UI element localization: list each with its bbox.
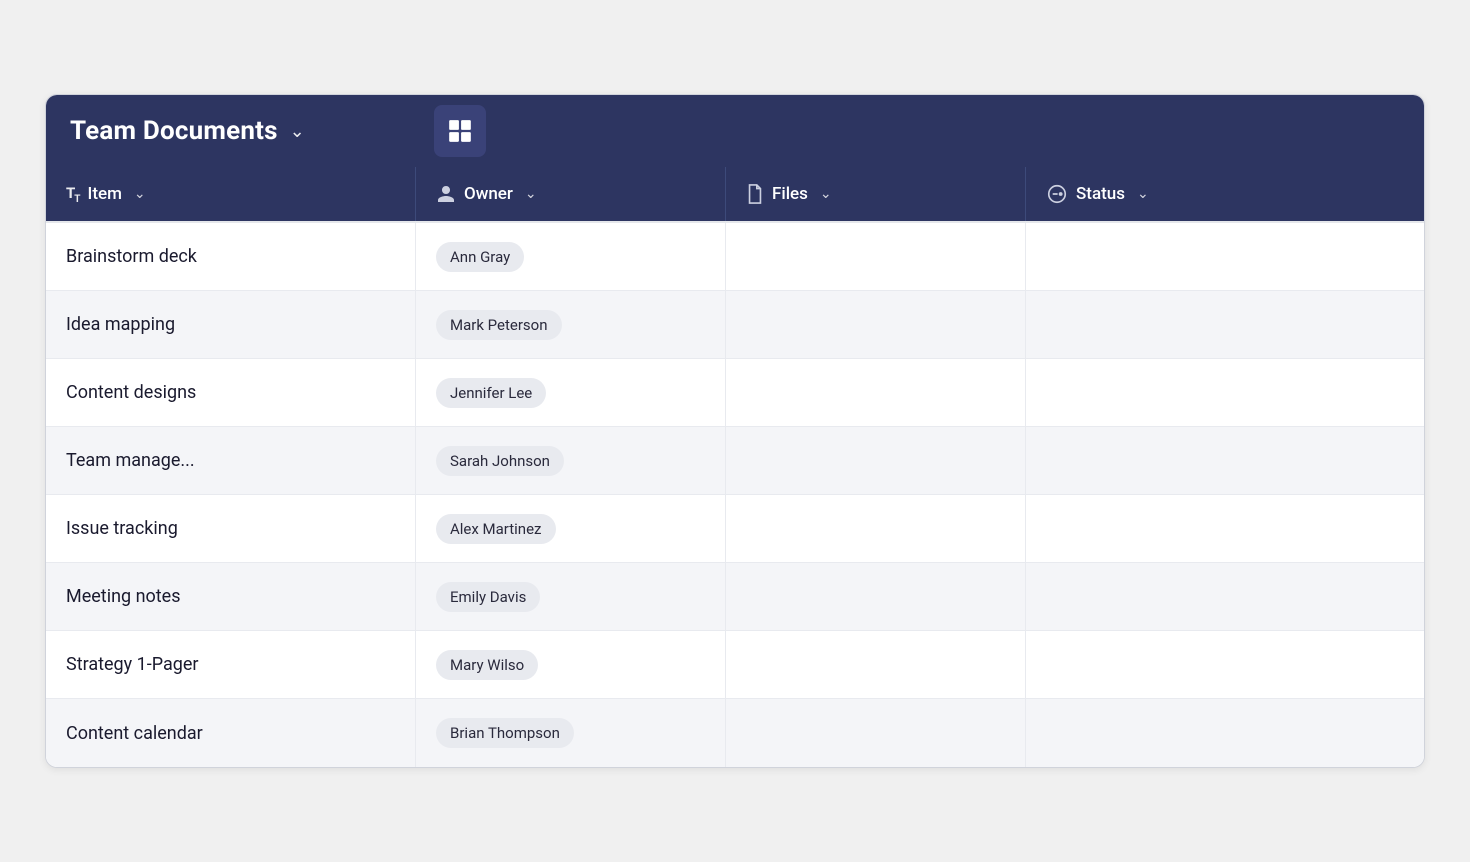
column-status-label: Status: [1076, 184, 1125, 204]
column-owner-label: Owner: [464, 184, 513, 204]
table-row: Content calendar Brian Thompson: [46, 699, 1424, 767]
status-cell: [1026, 495, 1424, 562]
item-cell: Content designs: [46, 359, 416, 426]
item-cell: Team manage...: [46, 427, 416, 494]
status-cell: [1026, 223, 1424, 290]
item-cell: Meeting notes: [46, 563, 416, 630]
title-section: Team Documents ⌄: [46, 95, 426, 167]
file-icon: [746, 184, 764, 204]
table-row: Idea mapping Mark Peterson: [46, 291, 1424, 359]
table-row: Meeting notes Emily Davis: [46, 563, 1424, 631]
item-cell: Brainstorm deck: [46, 223, 416, 290]
table-row: Content designs Jennifer Lee: [46, 359, 1424, 427]
column-header-owner[interactable]: Owner ⌄: [416, 167, 726, 221]
files-cell: [726, 699, 1026, 767]
item-cell: Idea mapping: [46, 291, 416, 358]
files-cell: [726, 631, 1026, 698]
owner-cell: Emily Davis: [416, 563, 726, 630]
status-cell: [1026, 291, 1424, 358]
status-cell: [1026, 699, 1424, 767]
files-cell: [726, 427, 1026, 494]
status-cell: [1026, 359, 1424, 426]
files-cell: [726, 291, 1026, 358]
owner-cell: Brian Thompson: [416, 699, 726, 767]
column-files-label: Files: [772, 184, 808, 204]
table-row: Brainstorm deck Ann Gray: [46, 223, 1424, 291]
item-name: Content calendar: [66, 723, 203, 744]
files-cell: [726, 359, 1026, 426]
grid-icon: [447, 118, 473, 144]
owner-cell: Mark Peterson: [416, 291, 726, 358]
owner-badge: Mary Wilso: [436, 650, 538, 680]
owner-cell: Ann Gray: [416, 223, 726, 290]
person-icon: [436, 184, 456, 204]
files-cell: [726, 495, 1026, 562]
column-header-status[interactable]: Status ⌄: [1026, 167, 1424, 221]
table-body: Brainstorm deck Ann Gray Idea mapping Ma…: [46, 223, 1424, 767]
item-cell: Issue tracking: [46, 495, 416, 562]
table-row: Issue tracking Alex Martinez: [46, 495, 1424, 563]
item-name: Strategy 1-Pager: [66, 654, 199, 675]
owner-cell: Mary Wilso: [416, 631, 726, 698]
item-name: Team manage...: [66, 450, 195, 471]
column-headers: TT Item ⌄ Owner ⌄ Files ⌄ Status: [46, 167, 1424, 223]
owner-badge: Emily Davis: [436, 582, 540, 612]
item-name: Meeting notes: [66, 586, 181, 607]
status-cell: [1026, 427, 1424, 494]
team-documents-table: Team Documents ⌄ TT Item ⌄ Owner ⌄: [45, 94, 1425, 768]
text-type-icon: TT: [66, 184, 80, 205]
table-title: Team Documents: [70, 116, 278, 146]
owner-badge: Sarah Johnson: [436, 446, 564, 476]
item-cell: Content calendar: [46, 699, 416, 767]
owner-badge: Brian Thompson: [436, 718, 574, 748]
item-name: Idea mapping: [66, 314, 175, 335]
item-cell: Strategy 1-Pager: [46, 631, 416, 698]
status-icon: [1046, 183, 1068, 205]
files-col-chevron-icon[interactable]: ⌄: [820, 186, 832, 202]
table-row: Team manage... Sarah Johnson: [46, 427, 1424, 495]
table-header-bar: Team Documents ⌄: [46, 95, 1424, 167]
column-item-label: Item: [88, 184, 122, 204]
owner-cell: Alex Martinez: [416, 495, 726, 562]
item-col-chevron-icon[interactable]: ⌄: [134, 186, 146, 202]
files-cell: [726, 223, 1026, 290]
table-row: Strategy 1-Pager Mary Wilso: [46, 631, 1424, 699]
status-cell: [1026, 631, 1424, 698]
item-name: Issue tracking: [66, 518, 178, 539]
owner-col-chevron-icon[interactable]: ⌄: [525, 186, 537, 202]
owner-cell: Sarah Johnson: [416, 427, 726, 494]
owner-badge: Jennifer Lee: [436, 378, 546, 408]
title-chevron-icon[interactable]: ⌄: [290, 121, 305, 142]
grid-view-button[interactable]: [434, 105, 486, 157]
owner-cell: Jennifer Lee: [416, 359, 726, 426]
owner-badge: Ann Gray: [436, 242, 524, 272]
column-header-files[interactable]: Files ⌄: [726, 167, 1026, 221]
item-name: Brainstorm deck: [66, 246, 197, 267]
status-cell: [1026, 563, 1424, 630]
owner-badge: Mark Peterson: [436, 310, 562, 340]
column-header-item[interactable]: TT Item ⌄: [46, 167, 416, 221]
files-cell: [726, 563, 1026, 630]
owner-badge: Alex Martinez: [436, 514, 556, 544]
status-col-chevron-icon[interactable]: ⌄: [1137, 186, 1149, 202]
item-name: Content designs: [66, 382, 196, 403]
